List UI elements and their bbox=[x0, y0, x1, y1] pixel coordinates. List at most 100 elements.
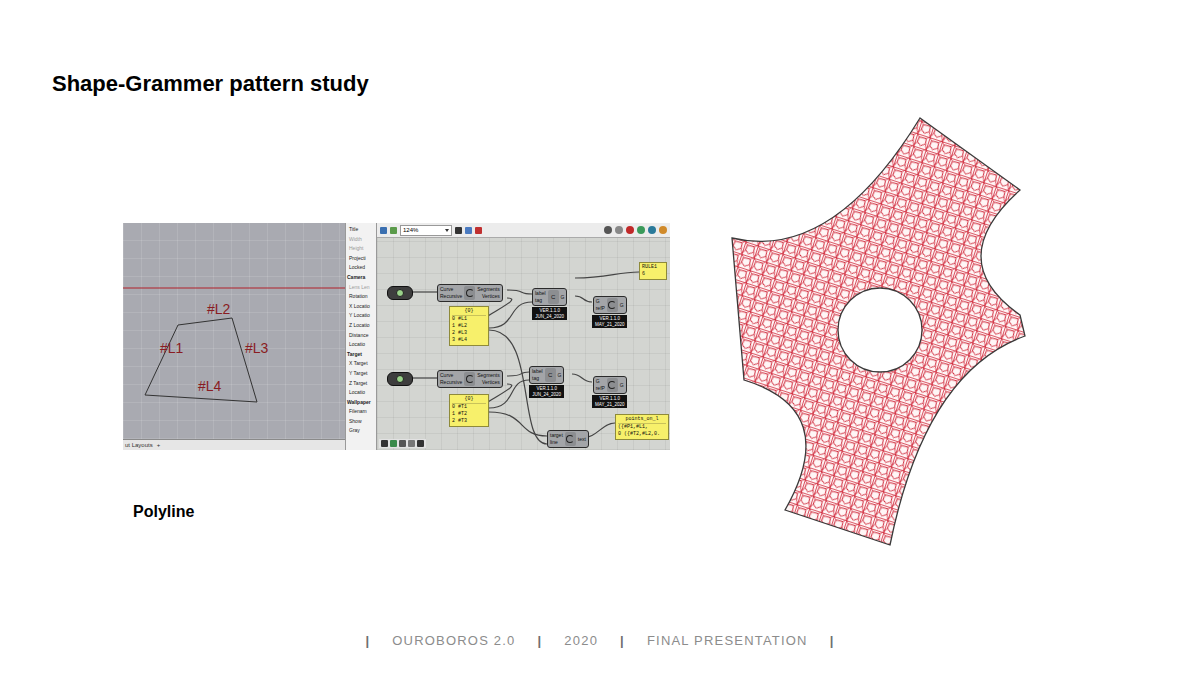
wire-icon[interactable] bbox=[615, 226, 623, 234]
file-icon[interactable] bbox=[390, 227, 397, 234]
property-row[interactable]: Title bbox=[346, 225, 376, 235]
output-port[interactable]: G bbox=[561, 294, 565, 301]
pattern-figure bbox=[720, 110, 1040, 555]
input-port[interactable]: tag bbox=[535, 297, 546, 304]
tool-icon[interactable] bbox=[417, 440, 424, 447]
gh-node[interactable]: labeltagCGVER.1.1.0JUN_24_2020 bbox=[532, 288, 567, 320]
property-row[interactable]: Lens Len bbox=[346, 283, 376, 293]
property-row[interactable]: Height bbox=[346, 244, 376, 254]
component-node[interactable]: labeltagCG bbox=[529, 366, 564, 384]
property-row[interactable]: Locked bbox=[346, 263, 376, 273]
input-port[interactable]: Curve bbox=[440, 372, 462, 379]
output-ports: G bbox=[558, 368, 562, 382]
gh-node[interactable]: CurveRecursive SegmentsVertices bbox=[437, 370, 503, 388]
property-row[interactable]: Locatio bbox=[346, 388, 376, 398]
gh-canvas[interactable]: CurveRecursiveSegmentsVerticeslabeltagCG… bbox=[377, 238, 670, 450]
component-node[interactable]: GrefPG bbox=[593, 376, 627, 394]
output-port[interactable]: G bbox=[558, 372, 562, 379]
zoom-extents-icon[interactable] bbox=[455, 227, 462, 234]
output-port[interactable]: Vertices bbox=[477, 293, 500, 300]
input-port[interactable]: refP bbox=[596, 305, 605, 312]
gh-node[interactable] bbox=[387, 372, 413, 386]
input-port[interactable]: label bbox=[532, 368, 543, 375]
gh-node[interactable] bbox=[387, 286, 413, 300]
save-icon[interactable] bbox=[380, 227, 387, 234]
output-ports: G bbox=[620, 298, 624, 312]
output-port[interactable]: Segments bbox=[477, 372, 500, 379]
property-row[interactable]: Z Locatio bbox=[346, 321, 376, 331]
gh-node[interactable]: {0}0 #T11 #T22 #T3 bbox=[449, 394, 489, 427]
property-row[interactable]: Projecti bbox=[346, 254, 376, 264]
property-row[interactable]: Camera bbox=[346, 273, 376, 283]
gh-node[interactable]: {0}0 #L11 #L22 #L33 #L4 bbox=[449, 306, 489, 346]
output-port[interactable]: Vertices bbox=[477, 379, 500, 386]
tool-icon[interactable] bbox=[390, 440, 397, 447]
panel-node[interactable]: {0}0 #T11 #T22 #T3 bbox=[449, 394, 489, 427]
input-port[interactable]: refP bbox=[596, 385, 605, 392]
tool-icon[interactable] bbox=[399, 440, 406, 447]
property-row[interactable]: Wallpaper bbox=[346, 398, 376, 408]
component-node[interactable]: labeltagCG bbox=[532, 288, 567, 306]
viewport-area[interactable]: #L2#L1#L3#L4 bbox=[123, 223, 345, 439]
shaded-icon[interactable] bbox=[626, 226, 634, 234]
property-row[interactable]: Filenam bbox=[346, 407, 376, 417]
input-port[interactable]: G bbox=[596, 298, 605, 305]
eye-icon[interactable] bbox=[465, 227, 472, 234]
gh-node[interactable]: points_on_l({#P1,#L1,0 ({#T2,#L2,0. bbox=[615, 414, 669, 440]
right-column bbox=[670, 97, 1040, 633]
gh-node[interactable]: targetline text bbox=[547, 430, 589, 448]
gh-node[interactable]: GrefPGVER.1.1.0MAY_21_2020 bbox=[592, 296, 627, 328]
gh-node[interactable]: GrefPGVER.1.1.0MAY_21_2020 bbox=[592, 376, 627, 408]
property-row[interactable]: Z Target bbox=[346, 379, 376, 389]
property-row[interactable]: Width bbox=[346, 235, 376, 245]
version-badge: VER.1.1.0MAY_21_2020 bbox=[592, 315, 627, 328]
property-row[interactable]: Show bbox=[346, 417, 376, 427]
gh-node[interactable]: RULE16 bbox=[639, 262, 667, 280]
property-row[interactable]: Target bbox=[346, 350, 376, 360]
input-port[interactable]: Recursive bbox=[440, 293, 462, 300]
caption: Polyline bbox=[123, 502, 670, 521]
property-row[interactable]: Gray bbox=[346, 426, 376, 436]
tool-icon[interactable] bbox=[381, 440, 388, 447]
property-row[interactable]: Y Target bbox=[346, 369, 376, 379]
component-node[interactable]: GrefPG bbox=[593, 296, 627, 314]
input-port[interactable]: target bbox=[550, 432, 563, 439]
output-port[interactable]: Segments bbox=[477, 286, 500, 293]
layouts-tab[interactable]: ut Layouts bbox=[125, 442, 153, 448]
property-row[interactable]: Distance bbox=[346, 331, 376, 341]
zoom-field[interactable]: 124% bbox=[400, 225, 452, 236]
slide-title: Shape-Grammer pattern study bbox=[0, 0, 1200, 97]
add-tab-button[interactable]: + bbox=[157, 442, 161, 448]
preview-icon[interactable] bbox=[604, 226, 612, 234]
property-row[interactable]: X Locatio bbox=[346, 302, 376, 312]
green-icon[interactable] bbox=[637, 226, 645, 234]
component-node[interactable]: targetline text bbox=[547, 430, 589, 448]
panel-node[interactable]: points_on_l({#P1,#L1,0 ({#T2,#L2,0. bbox=[615, 414, 669, 440]
output-port[interactable]: G bbox=[620, 382, 624, 389]
panel-node[interactable]: {0}0 #L11 #L22 #L33 #L4 bbox=[449, 306, 489, 346]
property-row[interactable]: Rotation bbox=[346, 292, 376, 302]
output-port[interactable]: G bbox=[620, 302, 624, 309]
blue-icon[interactable] bbox=[648, 226, 656, 234]
tool-icon[interactable] bbox=[408, 440, 415, 447]
input-port[interactable]: Recursive bbox=[440, 379, 462, 386]
property-row[interactable]: Y Locatio bbox=[346, 311, 376, 321]
component-node[interactable]: CurveRecursive SegmentsVertices bbox=[437, 370, 503, 388]
panel-node[interactable]: RULE16 bbox=[639, 262, 667, 280]
input-port[interactable]: label bbox=[535, 290, 546, 297]
gh-node[interactable]: CurveRecursive SegmentsVertices bbox=[437, 284, 503, 302]
input-port[interactable]: G bbox=[596, 378, 605, 385]
input-ports: CurveRecursive bbox=[440, 286, 462, 300]
input-port[interactable]: line bbox=[550, 439, 563, 446]
input-port[interactable]: tag bbox=[532, 375, 543, 382]
input-port[interactable]: Curve bbox=[440, 286, 462, 293]
output-port[interactable]: text bbox=[578, 436, 586, 443]
property-row[interactable]: Locatio bbox=[346, 340, 376, 350]
gh-node[interactable]: labeltagCGVER.1.1.0JUN_24_2020 bbox=[529, 366, 564, 398]
param-node[interactable] bbox=[387, 372, 413, 386]
orange-icon[interactable] bbox=[659, 226, 667, 234]
param-node[interactable] bbox=[387, 286, 413, 300]
property-row[interactable]: X Target bbox=[346, 359, 376, 369]
component-node[interactable]: CurveRecursive SegmentsVertices bbox=[437, 284, 503, 302]
brush-icon[interactable] bbox=[475, 227, 482, 234]
